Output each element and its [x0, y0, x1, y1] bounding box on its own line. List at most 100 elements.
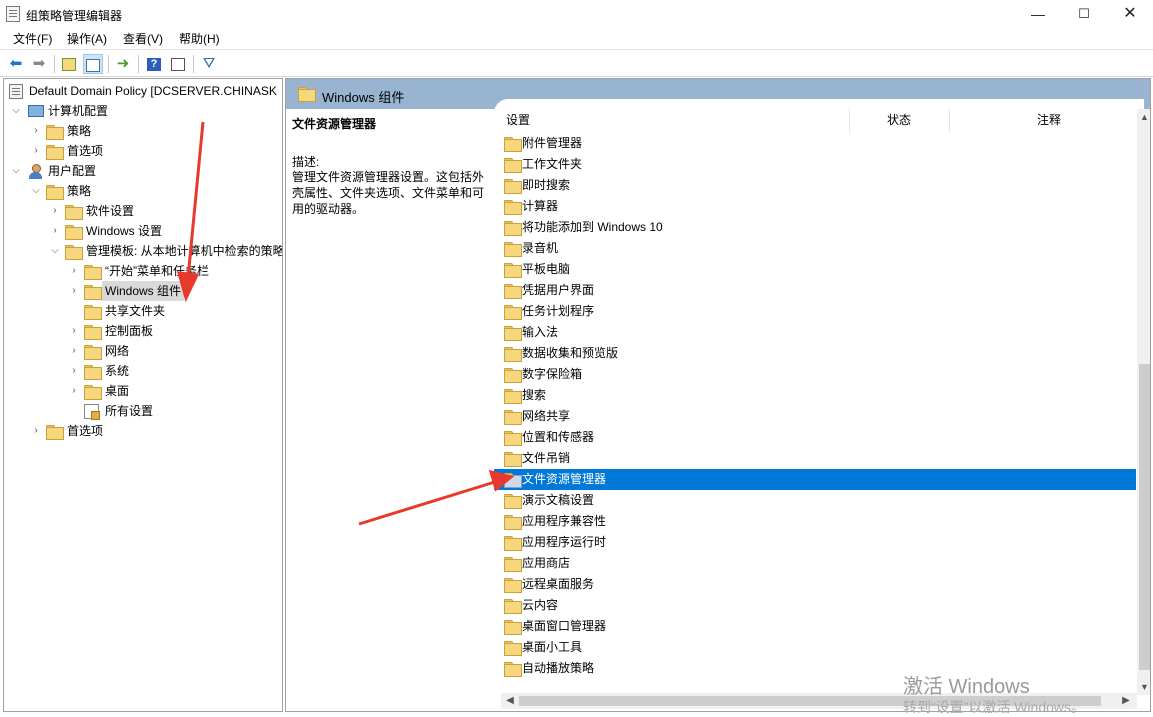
folder-icon — [504, 389, 522, 404]
folder-icon — [46, 125, 64, 140]
folder-icon — [46, 425, 64, 440]
column-header-state[interactable]: 状态 — [887, 99, 911, 135]
list-item[interactable]: 搜索 — [494, 385, 1136, 406]
folder-icon — [504, 263, 522, 278]
chevron-right-icon[interactable]: › — [68, 261, 80, 281]
list-item[interactable]: 即时搜索 — [494, 175, 1136, 196]
folder-icon — [84, 385, 102, 400]
up-folder-icon[interactable] — [59, 54, 79, 74]
close-button[interactable]: ✕ — [1107, 0, 1153, 28]
scroll-right-icon[interactable]: ▶ — [1119, 693, 1133, 709]
menu-file[interactable]: 文件(F) — [13, 30, 52, 47]
list-item[interactable]: 数字保险箱 — [494, 364, 1136, 385]
folder-icon — [504, 221, 522, 236]
list-item[interactable]: 任务计划程序 — [494, 301, 1136, 322]
list-item-label: 附件管理器 — [522, 136, 583, 150]
chevron-right-icon[interactable]: › — [30, 141, 42, 161]
chevron-down-icon[interactable]: ⌵ — [49, 241, 61, 261]
chevron-right-icon[interactable]: › — [49, 221, 61, 241]
list-item[interactable]: 输入法 — [494, 322, 1136, 343]
folder-icon — [504, 662, 522, 677]
menu-help[interactable]: 帮助(H) — [179, 30, 220, 47]
folder-icon — [504, 305, 522, 320]
list-item[interactable]: 平板电脑 — [494, 259, 1136, 280]
all-settings-icon — [84, 404, 100, 420]
window-title: 组策略管理编辑器 — [26, 9, 123, 23]
chevron-down-icon[interactable]: ⌵ — [10, 161, 22, 181]
policy-icon — [9, 84, 23, 99]
list-item[interactable]: 云内容 — [494, 595, 1136, 616]
list-item[interactable]: 工作文件夹 — [494, 154, 1136, 175]
forward-arrow-icon[interactable]: ➡ — [29, 54, 49, 74]
chevron-right-icon[interactable]: › — [49, 201, 61, 221]
vertical-scrollbar[interactable]: ▲ ▼ — [1137, 109, 1150, 695]
scroll-up-icon[interactable]: ▲ — [1137, 109, 1150, 125]
details-header-title: Windows 组件 — [322, 90, 405, 105]
chevron-right-icon[interactable]: › — [68, 341, 80, 361]
column-header-setting[interactable]: 设置 — [506, 99, 530, 135]
chevron-right-icon[interactable]: › — [30, 121, 42, 141]
scroll-down-icon[interactable]: ▼ — [1137, 679, 1150, 695]
back-arrow-icon[interactable]: ⬅ — [6, 54, 26, 74]
list-item-label: 计算器 — [522, 199, 559, 213]
list-item[interactable]: 远程桌面服务 — [494, 574, 1136, 595]
list-item[interactable]: 自动播放策略 — [494, 658, 1136, 679]
list-item[interactable]: 应用商店 — [494, 553, 1136, 574]
list-item-label: 平板电脑 — [522, 262, 571, 276]
folder-icon — [504, 326, 522, 341]
folder-icon — [504, 557, 522, 572]
scroll-left-icon[interactable]: ◀ — [503, 693, 517, 709]
list-item[interactable]: 文件吊销 — [494, 448, 1136, 469]
folder-icon — [84, 285, 102, 300]
folder-icon — [504, 431, 522, 446]
folder-icon — [504, 179, 522, 194]
folder-icon — [504, 452, 522, 467]
export-list-icon[interactable]: ➜ — [113, 54, 133, 74]
chevron-right-icon[interactable]: › — [30, 421, 42, 441]
list-item-label: 数字保险箱 — [522, 367, 583, 381]
menu-action[interactable]: 操作(A) — [67, 30, 107, 47]
description-text: 管理文件资源管理器设置。这包括外壳属性、文件夹选项、文件菜单和可用的驱动器。 — [292, 170, 485, 216]
list-item[interactable]: 应用程序运行时 — [494, 532, 1136, 553]
list-item[interactable]: 演示文稿设置 — [494, 490, 1136, 511]
list-item[interactable]: 网络共享 — [494, 406, 1136, 427]
minimize-button[interactable]: — — [1015, 0, 1061, 28]
chevron-down-icon[interactable]: ⌵ — [30, 181, 42, 201]
vertical-scroll-thumb[interactable] — [1139, 364, 1150, 670]
chevron-right-icon[interactable]: › — [68, 281, 80, 301]
gpo-editor-window: 组策略管理编辑器 — ☐ ✕ 文件(F) 操作(A) 查看(V) 帮助(H) ⬅… — [0, 0, 1153, 715]
app-icon — [6, 6, 20, 22]
list-item[interactable]: 附件管理器 — [494, 133, 1136, 154]
chevron-right-icon[interactable]: › — [68, 381, 80, 401]
console-tree[interactable]: Default Domain Policy [DCSERVER.CHINASK … — [3, 78, 283, 712]
folder-icon — [504, 620, 522, 635]
filter-icon[interactable]: ⛛ — [199, 54, 219, 74]
folder-icon — [65, 245, 83, 260]
list-item-label: 任务计划程序 — [522, 304, 595, 318]
list-item[interactable]: 凭据用户界面 — [494, 280, 1136, 301]
help-icon[interactable]: ? — [144, 54, 164, 74]
list-item[interactable]: 数据收集和预览版 — [494, 343, 1136, 364]
description-label: 描述: — [292, 155, 320, 169]
chevron-right-icon[interactable]: › — [68, 361, 80, 381]
folder-icon — [504, 473, 522, 488]
list-item[interactable]: 位置和传感器 — [494, 427, 1136, 448]
settings-list[interactable]: 设置 状态 注释 附件管理器工作文件夹 即时搜索计算器将功能添加到 Windows… — [494, 99, 1144, 711]
properties-icon[interactable] — [168, 54, 188, 74]
toolbar: ⬅ ➡ ➜ ? ⛛ — [0, 49, 1153, 77]
list-item[interactable]: 文件资源管理器 — [494, 469, 1136, 490]
chevron-right-icon[interactable]: › — [68, 321, 80, 341]
maximize-button[interactable]: ☐ — [1061, 0, 1107, 28]
list-item-label: 位置和传感器 — [522, 430, 595, 444]
chevron-down-icon[interactable]: ⌵ — [10, 101, 22, 121]
list-item-label: 应用程序运行时 — [522, 535, 607, 549]
list-item[interactable]: 应用程序兼容性 — [494, 511, 1136, 532]
list-item[interactable]: 桌面窗口管理器 — [494, 616, 1136, 637]
list-item[interactable]: 桌面小工具 — [494, 637, 1136, 658]
column-header-comment[interactable]: 注释 — [1037, 99, 1061, 135]
menu-view[interactable]: 查看(V) — [123, 30, 163, 47]
show-hide-tree-icon[interactable] — [83, 54, 103, 74]
list-item[interactable]: 将功能添加到 Windows 10 — [494, 217, 1136, 238]
list-item[interactable]: 录音机 — [494, 238, 1136, 259]
list-item[interactable]: 计算器 — [494, 196, 1136, 217]
